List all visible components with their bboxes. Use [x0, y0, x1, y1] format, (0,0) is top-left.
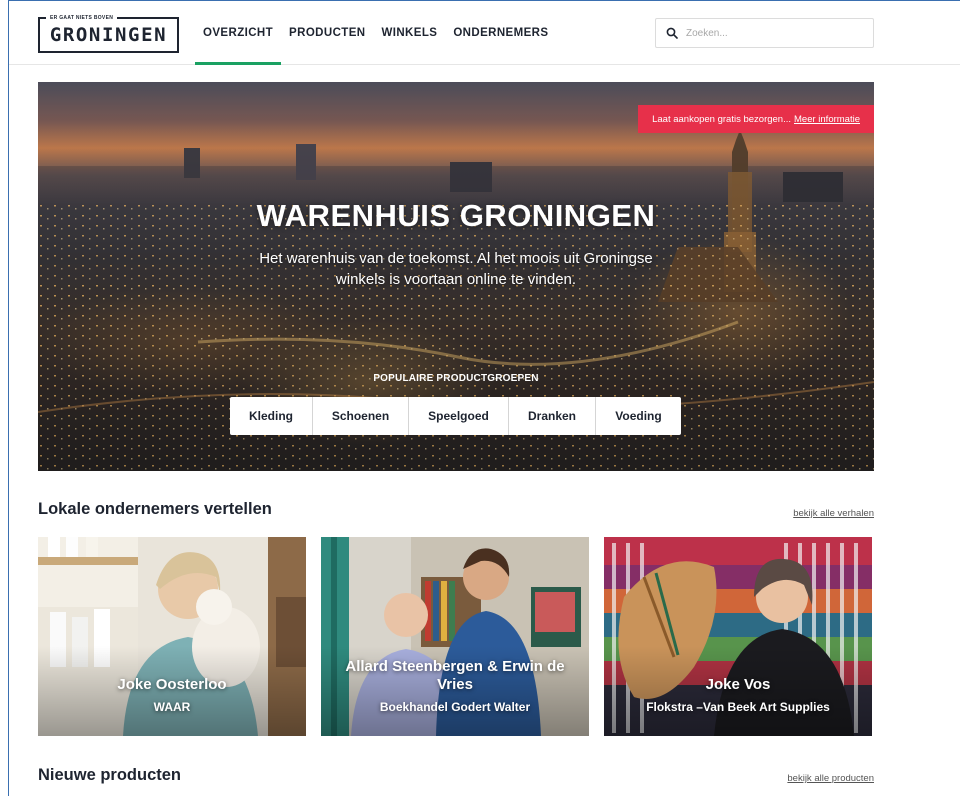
- new-products-heading: Nieuwe producten: [38, 766, 182, 784]
- group-button-speelgoed[interactable]: Speelgoed: [409, 397, 509, 435]
- delivery-banner-text: Laat aankopen gratis bezorgen...: [652, 113, 791, 125]
- group-button-schoenen[interactable]: Schoenen: [313, 397, 409, 435]
- search-icon[interactable]: [666, 27, 678, 39]
- nav-item-winkels[interactable]: WINKELS: [373, 1, 445, 64]
- hero-title: WARENHUIS GRONINGEN: [256, 198, 656, 233]
- logo-wordmark: GRONINGEN: [49, 24, 168, 46]
- story-person-name: Joke Oosterloo: [117, 676, 227, 693]
- nav-item-producten[interactable]: PRODUCTEN: [281, 1, 373, 64]
- site-header: ER GAAT NIETS BOVEN GRONINGEN OVERZICHT …: [9, 1, 960, 65]
- stories-heading: Lokale ondernemers vertellen: [38, 500, 272, 518]
- groningen-logo[interactable]: ER GAAT NIETS BOVEN GRONINGEN: [38, 13, 179, 53]
- main-nav: OVERZICHT PRODUCTEN WINKELS ONDERNEMERS: [195, 1, 556, 65]
- group-button-voeding[interactable]: Voeding: [596, 397, 681, 435]
- story-card[interactable]: Joke Oosterloo WAAR: [38, 537, 306, 736]
- story-card[interactable]: Joke Vos Flokstra –Van Beek Art Supplies: [604, 537, 872, 736]
- nav-item-overzicht[interactable]: OVERZICHT: [195, 1, 282, 65]
- story-person-name: Joke Vos: [705, 676, 771, 693]
- all-products-link[interactable]: bekijk alle producten: [787, 773, 874, 784]
- story-shop-name: Boekhandel Godert Walter: [379, 700, 531, 714]
- window-border-left: [8, 0, 9, 796]
- story-shop-name: WAAR: [153, 700, 191, 714]
- nav-item-ondernemers[interactable]: ONDERNEMERS: [445, 1, 556, 64]
- product-group-buttons: Kleding Schoenen Speelgoed Dranken Voedi…: [230, 397, 681, 435]
- more-info-link[interactable]: Meer informatie: [794, 114, 860, 125]
- search-box[interactable]: [655, 18, 874, 48]
- story-shop-name: Flokstra –Van Beek Art Supplies: [646, 700, 830, 714]
- search-input[interactable]: [686, 24, 866, 42]
- story-person-name: Allard Steenbergen & Erwin de Vries: [345, 658, 565, 693]
- logo-tagline: ER GAAT NIETS BOVEN: [46, 13, 146, 23]
- free-delivery-banner: Laat aankopen gratis bezorgen... Meer in…: [638, 105, 874, 133]
- group-button-dranken[interactable]: Dranken: [509, 397, 596, 435]
- story-card[interactable]: Allard Steenbergen & Erwin de Vries Boek…: [321, 537, 589, 736]
- all-stories-link[interactable]: bekijk alle verhalen: [793, 508, 874, 519]
- hero-banner: Laat aankopen gratis bezorgen... Meer in…: [38, 82, 874, 471]
- group-button-kleding[interactable]: Kleding: [230, 397, 313, 435]
- hero-subtitle: Het warenhuis van de toekomst. Al het mo…: [259, 250, 653, 288]
- popular-groups-label: POPULAIRE PRODUCTGROEPEN: [373, 373, 539, 384]
